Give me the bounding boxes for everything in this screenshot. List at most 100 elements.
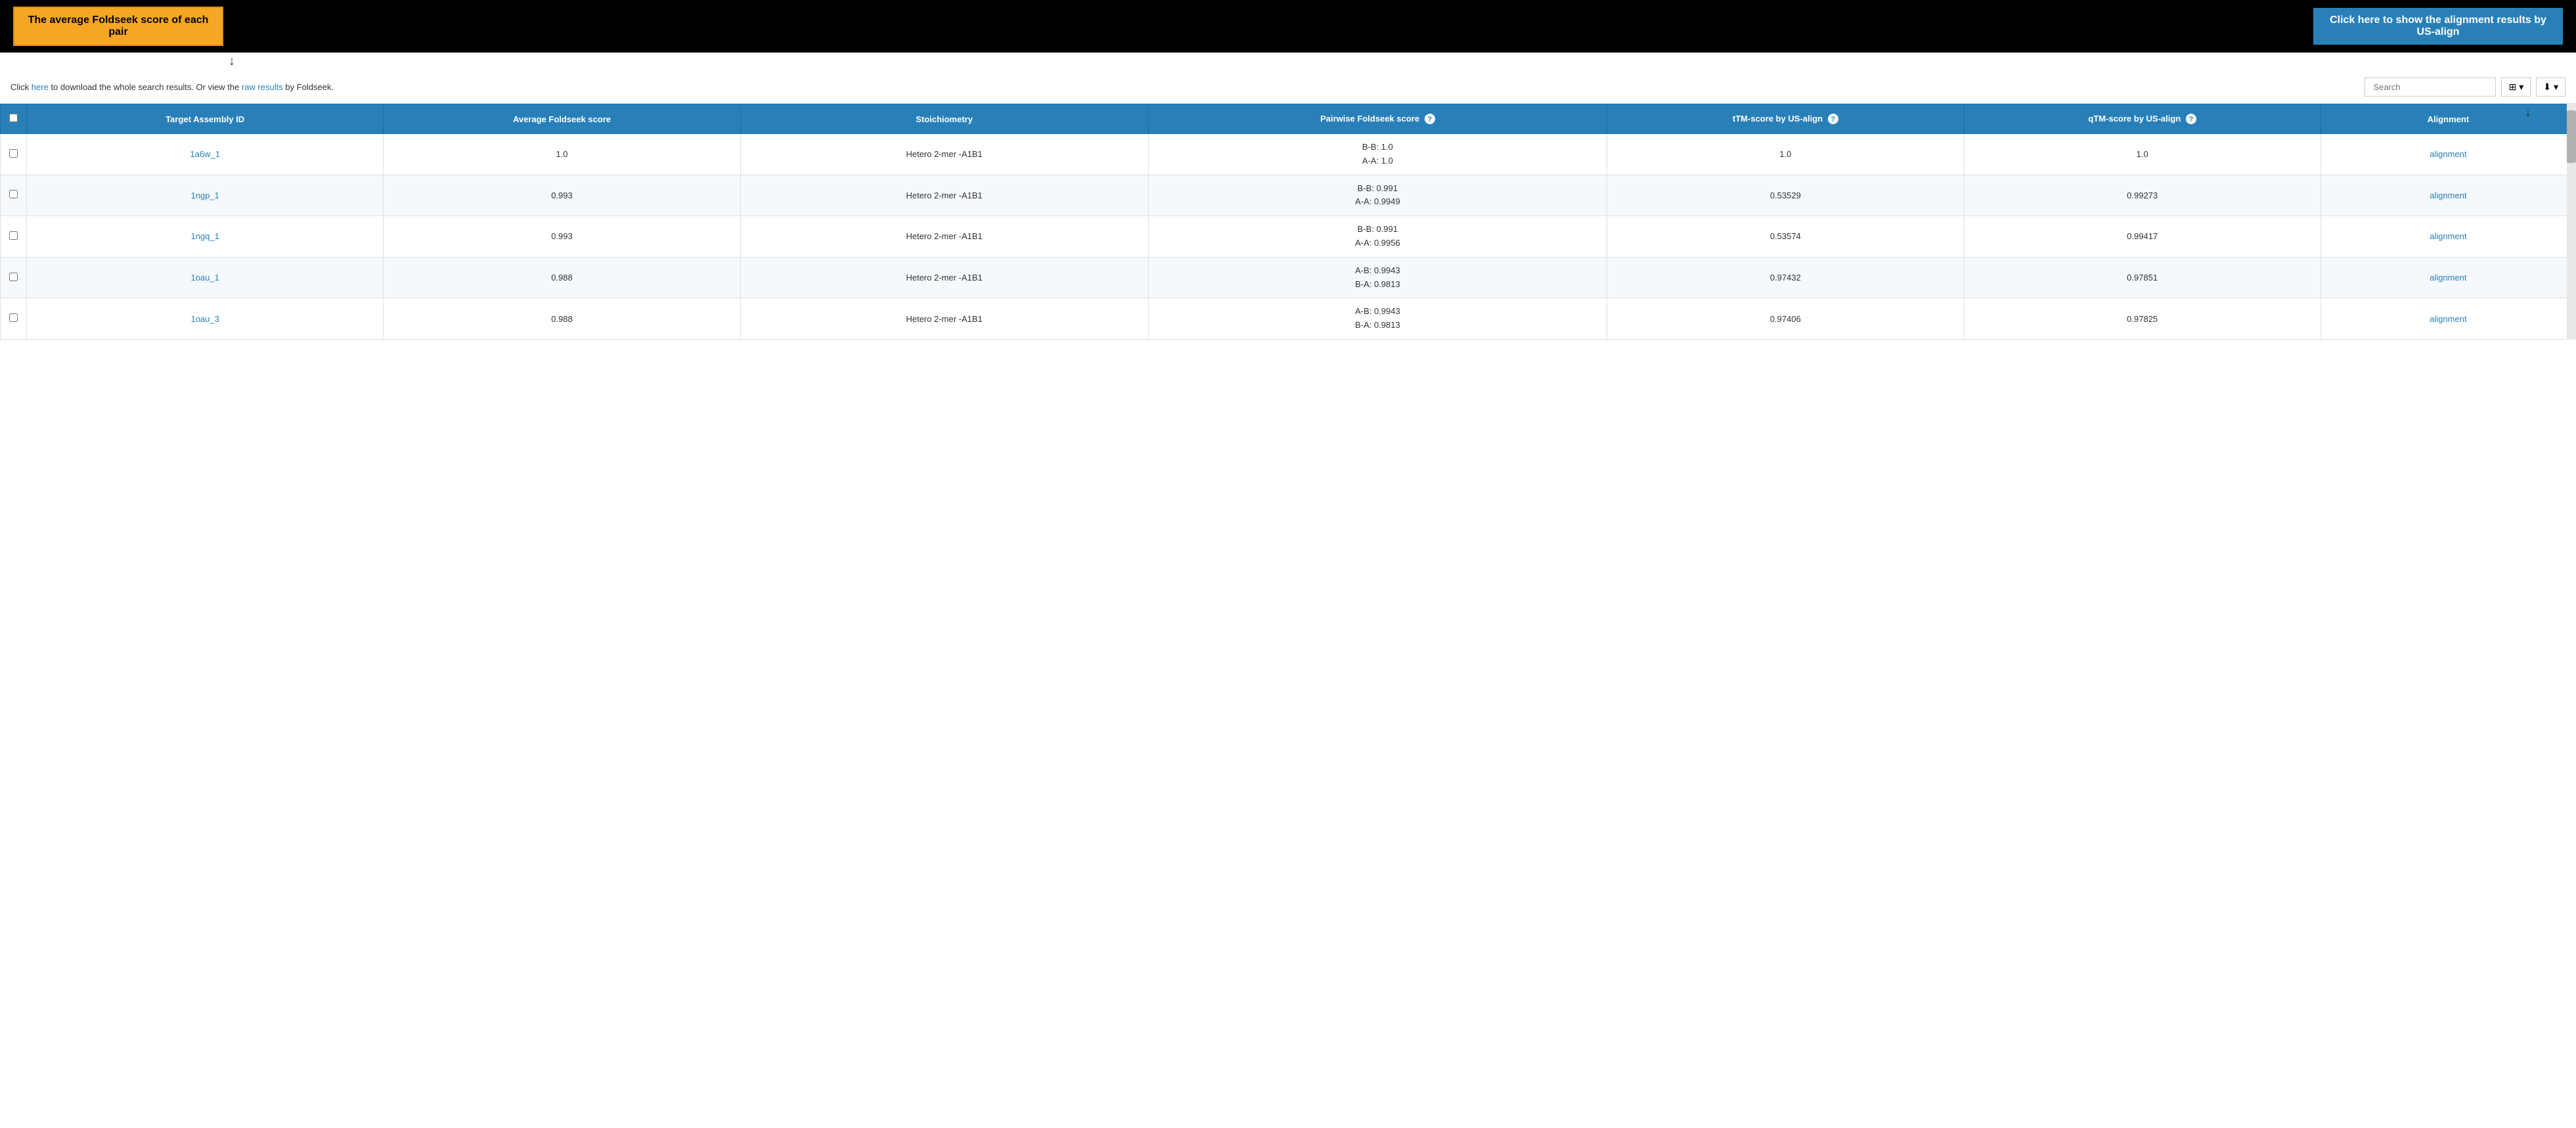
table-row: 1ngq_1 0.993 Hetero 2-mer -A1B1 B-B: 0.9…	[1, 216, 2576, 258]
arrow-to-avg: ↓	[229, 54, 235, 69]
row-checkbox-cell	[1, 298, 27, 340]
toolbar: Click here to download the whole search …	[0, 71, 2576, 104]
pairwise-line2: B-A: 0.9813	[1157, 278, 1599, 292]
grid-view-button[interactable]: ⊞ ▾	[2501, 78, 2531, 97]
cell-ttm: 0.53529	[1607, 175, 1964, 216]
table-row: 1ngp_1 0.993 Hetero 2-mer -A1B1 B-B: 0.9…	[1, 175, 2576, 216]
cell-qtm: 0.97851	[1964, 257, 2321, 298]
scrollbar-track[interactable]	[2567, 104, 2576, 340]
cell-stoich: Hetero 2-mer -A1B1	[740, 298, 1148, 340]
chevron-down-icon: ▾	[2519, 81, 2523, 93]
target-id-link[interactable]: 1ngq_1	[190, 231, 219, 241]
tooltip-blue[interactable]: Click here to show the alignment results…	[2313, 8, 2563, 45]
header-alignment: Alignment	[2321, 104, 2575, 134]
alignment-link[interactable]: alignment	[2430, 191, 2466, 200]
header-qtm: qTM-score by US-align ?	[1964, 104, 2321, 134]
table-row: 1oau_1 0.988 Hetero 2-mer -A1B1 A-B: 0.9…	[1, 257, 2576, 298]
pairwise-line2: B-A: 0.9813	[1157, 319, 1599, 332]
pairwise-line1: B-B: 0.991	[1157, 182, 1599, 196]
cell-pairwise: A-B: 0.9943 B-A: 0.9813	[1148, 257, 1607, 298]
select-all-checkbox[interactable]	[9, 114, 18, 122]
cell-qtm: 0.99417	[1964, 216, 2321, 258]
pairwise-line2: A-A: 0.9949	[1157, 195, 1599, 209]
cell-stoich: Hetero 2-mer -A1B1	[740, 216, 1148, 258]
alignment-link[interactable]: alignment	[2430, 314, 2466, 324]
row-checkbox-cell	[1, 216, 27, 258]
grid-icon: ⊞	[2508, 81, 2516, 93]
cell-id: 1ngq_1	[27, 216, 384, 258]
pairwise-line1: B-B: 0.991	[1157, 223, 1599, 237]
ttm-help-icon[interactable]: ?	[1828, 114, 1838, 124]
cell-avg: 0.988	[384, 298, 740, 340]
cell-id: 1ngp_1	[27, 175, 384, 216]
row-checkbox[interactable]	[9, 231, 18, 240]
results-table-container: Target Assembly ID Average Foldseek scor…	[0, 104, 2576, 340]
cell-alignment: alignment	[2321, 216, 2575, 258]
row-checkbox[interactable]	[9, 149, 18, 158]
row-checkbox-cell	[1, 257, 27, 298]
search-input[interactable]	[2365, 78, 2496, 97]
pairwise-line1: B-B: 1.0	[1157, 141, 1599, 154]
cell-ttm: 0.97406	[1607, 298, 1964, 340]
target-id-link[interactable]: 1oau_1	[190, 273, 219, 282]
alignment-link[interactable]: alignment	[2430, 149, 2466, 159]
table-row: 1oau_3 0.988 Hetero 2-mer -A1B1 A-B: 0.9…	[1, 298, 2576, 340]
cell-alignment: alignment	[2321, 257, 2575, 298]
cell-id: 1oau_3	[27, 298, 384, 340]
cell-avg: 1.0	[384, 134, 740, 175]
cell-stoich: Hetero 2-mer -A1B1	[740, 134, 1148, 175]
toolbar-info: Click here to download the whole search …	[11, 82, 334, 92]
cell-ttm: 0.53574	[1607, 216, 1964, 258]
cell-pairwise: B-B: 1.0 A-A: 1.0	[1148, 134, 1607, 175]
table-body: 1a6w_1 1.0 Hetero 2-mer -A1B1 B-B: 1.0 A…	[1, 134, 2576, 340]
cell-alignment: alignment	[2321, 175, 2575, 216]
top-bar: The average Foldseek score of each pair …	[0, 0, 2576, 53]
cell-qtm: 1.0	[1964, 134, 2321, 175]
cell-stoich: Hetero 2-mer -A1B1	[740, 175, 1148, 216]
table-row: 1a6w_1 1.0 Hetero 2-mer -A1B1 B-B: 1.0 A…	[1, 134, 2576, 175]
header-avg-score: Average Foldseek score	[384, 104, 740, 134]
header-checkbox	[1, 104, 27, 134]
download-link[interactable]: here	[32, 82, 49, 92]
pairwise-help-icon[interactable]: ?	[1425, 114, 1435, 124]
qtm-help-icon[interactable]: ?	[2186, 114, 2196, 124]
header-stoich: Stoichiometry	[740, 104, 1148, 134]
target-id-link[interactable]: 1oau_3	[190, 314, 219, 324]
target-id-link[interactable]: 1a6w_1	[190, 149, 220, 159]
cell-ttm: 1.0	[1607, 134, 1964, 175]
pairwise-line2: A-A: 0.9956	[1157, 237, 1599, 250]
row-checkbox[interactable]	[9, 313, 18, 322]
chevron-down-icon-2: ▾	[2554, 81, 2558, 93]
cell-qtm: 0.99273	[1964, 175, 2321, 216]
header-ttm: tTM-score by US-align ?	[1607, 104, 1964, 134]
row-checkbox[interactable]	[9, 190, 18, 198]
download-button[interactable]: ⬇ ▾	[2536, 78, 2565, 97]
raw-results-link[interactable]: raw results	[242, 82, 283, 92]
scrollbar-thumb[interactable]	[2567, 110, 2576, 163]
cell-pairwise: A-B: 0.9943 B-A: 0.9813	[1148, 298, 1607, 340]
cell-pairwise: B-B: 0.991 A-A: 0.9956	[1148, 216, 1607, 258]
header-pairwise: Pairwise Foldseek score ?	[1148, 104, 1607, 134]
pairwise-line1: A-B: 0.9943	[1157, 305, 1599, 319]
alignment-link[interactable]: alignment	[2430, 231, 2466, 241]
target-id-link[interactable]: 1ngp_1	[190, 191, 219, 200]
row-checkbox-cell	[1, 134, 27, 175]
table-header: Target Assembly ID Average Foldseek scor…	[1, 104, 2576, 134]
cell-alignment: alignment	[2321, 298, 2575, 340]
cell-avg: 0.993	[384, 216, 740, 258]
cell-alignment: alignment	[2321, 134, 2575, 175]
header-target-id: Target Assembly ID	[27, 104, 384, 134]
cell-stoich: Hetero 2-mer -A1B1	[740, 257, 1148, 298]
cell-avg: 0.988	[384, 257, 740, 298]
tooltip-yellow: The average Foldseek score of each pair	[13, 7, 223, 46]
cell-ttm: 0.97432	[1607, 257, 1964, 298]
cell-id: 1a6w_1	[27, 134, 384, 175]
results-table: Target Assembly ID Average Foldseek scor…	[0, 104, 2576, 340]
cell-id: 1oau_1	[27, 257, 384, 298]
cell-pairwise: B-B: 0.991 A-A: 0.9949	[1148, 175, 1607, 216]
alignment-link[interactable]: alignment	[2430, 273, 2466, 282]
row-checkbox[interactable]	[9, 273, 18, 281]
pairwise-line2: A-A: 1.0	[1157, 154, 1599, 168]
arrow-to-alignment: ↓	[2525, 105, 2531, 120]
pairwise-line1: A-B: 0.9943	[1157, 264, 1599, 278]
